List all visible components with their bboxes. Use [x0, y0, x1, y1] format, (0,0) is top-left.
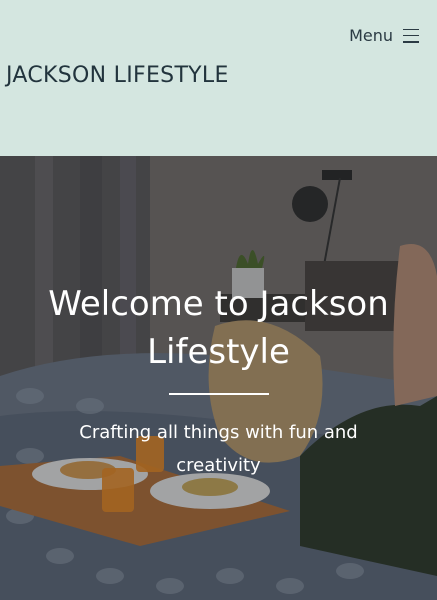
- hero-divider: [169, 393, 269, 395]
- hero-title: Welcome to Jackson Lifestyle: [48, 284, 389, 372]
- hero-subtitle: Crafting all things with fun and creativ…: [79, 422, 358, 476]
- site-title-link[interactable]: JACKSON LIFESTYLE: [6, 63, 229, 88]
- menu-button[interactable]: Menu: [349, 26, 419, 45]
- menu-label: Menu: [349, 26, 393, 45]
- hero-section: Welcome to Jackson Lifestyle Crafting al…: [0, 156, 437, 600]
- site-header: Menu JACKSON LIFESTYLE: [0, 0, 437, 156]
- hamburger-icon: [403, 28, 419, 43]
- hero-content: Welcome to Jackson Lifestyle Crafting al…: [0, 156, 437, 600]
